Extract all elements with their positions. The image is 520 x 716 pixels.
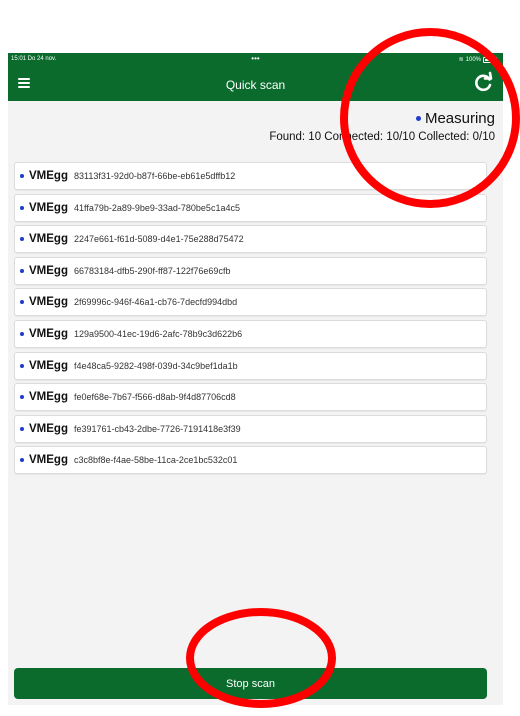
device-id: 66783184-dfb5-290f-ff87-122f76e69cfb	[73, 265, 231, 276]
device-list-item[interactable]: VMEgg 2f69996c-946f-46a1-cb76-7decfd994db…	[14, 288, 487, 317]
bullet-dot-icon	[20, 174, 24, 178]
device-name: VMEgg	[29, 170, 68, 182]
device-name: VMEgg	[29, 359, 68, 372]
status-right: ≋ 100%	[459, 56, 497, 63]
battery-percent: 100%	[465, 56, 481, 63]
app-screen: 15:01 Do 24 nov. ••• ≋ 100% Quick scan M…	[8, 53, 503, 705]
scan-state-label: Measuring	[424, 110, 495, 127]
device-id: c3c8bf8e-f4ae-58be-11ca-2ce1bc532c01	[73, 455, 238, 466]
battery-icon	[483, 56, 497, 63]
device-list: VMEgg 83113f31-92d0-b87f-66be-eb61e5dffb1…	[14, 162, 487, 478]
refresh-icon[interactable]	[471, 71, 495, 95]
page-title: Quick scan	[225, 78, 286, 92]
bullet-dot-icon	[20, 205, 24, 210]
device-id: fe0ef68e-7b67-f566-d8ab-9f4d87706cd8	[73, 392, 236, 403]
status-bar: 15:01 Do 24 nov. ••• ≋ 100%	[8, 54, 503, 66]
device-name: VMEgg	[29, 233, 68, 246]
app-header: 15:01 Do 24 nov. ••• ≋ 100% Quick scan	[8, 53, 503, 101]
device-name: VMEgg	[29, 422, 68, 435]
device-list-item[interactable]: VMEgg 41ffa79b-2a89-9be9-33ad-780be5c1a4c…	[14, 193, 487, 222]
device-list-item[interactable]: VMEgg 83113f31-92d0-b87f-66be-eb61e5dffb1…	[14, 162, 487, 190]
device-name: VMEgg	[29, 201, 68, 214]
device-id: 2247e661-f61d-5089-d4e1-75e288d75472	[73, 234, 244, 245]
device-name: VMEgg	[29, 454, 68, 467]
device-name: VMEgg	[29, 264, 68, 277]
device-list-item[interactable]: VMEgg 66783184-dfb5-290f-ff87-122f76e69cf…	[14, 256, 487, 285]
device-id: 2f69996c-946f-46a1-cb76-7decfd994dbd	[73, 297, 238, 308]
device-id: 83113f31-92d0-b87f-66be-eb61e5dffb12	[73, 171, 236, 181]
bullet-dot-icon	[20, 458, 24, 463]
state-dot-icon	[415, 116, 421, 121]
scan-state: Measuring	[415, 110, 495, 127]
bullet-dot-icon	[20, 300, 24, 305]
scan-counts: Found: 10 Connected: 10/10 Collected: 0/…	[269, 131, 495, 143]
device-list-item[interactable]: VMEgg 2247e661-f61d-5089-d4e1-75e288d7547…	[14, 225, 487, 254]
multitask-dots: •••	[251, 54, 260, 63]
bullet-dot-icon	[20, 426, 24, 431]
bullet-dot-icon	[20, 395, 24, 400]
device-list-item[interactable]: VMEgg fe391761-cb43-2dbe-7726-7191418e3f3…	[14, 414, 487, 443]
bullet-dot-icon	[20, 237, 24, 242]
device-list-item[interactable]: VMEgg 129a9500-41ec-19d6-2afc-78b9c3d622b…	[14, 319, 487, 348]
device-id: 129a9500-41ec-19d6-2afc-78b9c3d622b6	[73, 328, 243, 339]
device-id: f4e48ca5-9282-498f-039d-34c9bef1da1b	[73, 360, 238, 371]
bullet-dot-icon	[20, 363, 24, 368]
stop-scan-button[interactable]: Stop scan	[14, 668, 487, 699]
wifi-icon: ≋	[458, 57, 464, 63]
device-name: VMEgg	[29, 296, 68, 309]
device-list-item[interactable]: VMEgg c3c8bf8e-f4ae-58be-11ca-2ce1bc532c0…	[14, 446, 487, 475]
bullet-dot-icon	[20, 268, 24, 273]
device-name: VMEgg	[29, 327, 68, 340]
device-list-item[interactable]: VMEgg fe0ef68e-7b67-f566-d8ab-9f4d87706cd…	[14, 383, 487, 412]
bullet-dot-icon	[20, 331, 24, 336]
device-id: fe391761-cb43-2dbe-7726-7191418e3f39	[73, 423, 241, 434]
device-list-item[interactable]: VMEgg f4e48ca5-9282-498f-039d-34c9bef1da1…	[14, 351, 487, 380]
device-name: VMEgg	[29, 391, 68, 404]
device-id: 41ffa79b-2a89-9be9-33ad-780be5c1a4c5	[73, 202, 240, 213]
